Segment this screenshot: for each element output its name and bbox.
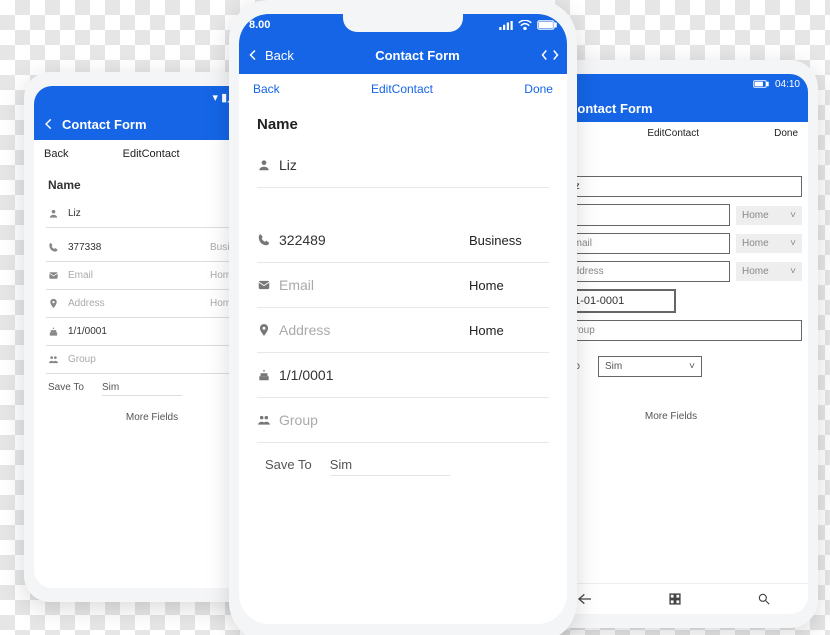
name-row[interactable]: Liz <box>257 143 549 188</box>
ios-device: 8.00 Back Contact Form Back EditContact … <box>229 0 577 635</box>
group-icon <box>257 413 271 427</box>
chevron-down-icon: ˅ <box>790 238 796 249</box>
back-button[interactable]: Back <box>44 148 68 160</box>
phone-type[interactable]: Business <box>469 233 549 248</box>
chevron-down-icon: ˅ <box>689 361 695 372</box>
person-icon <box>46 208 60 219</box>
chevron-down-icon: ˅ <box>790 210 796 221</box>
mail-icon <box>46 270 60 281</box>
group-row[interactable]: Group <box>540 320 802 341</box>
section-name: Name <box>48 178 256 192</box>
group-row[interactable]: Group <box>257 398 549 443</box>
edit-tab[interactable]: EditContact <box>371 82 433 96</box>
section-name: Name <box>542 153 800 168</box>
ios-screen: 8.00 Back Contact Form Back EditContact … <box>239 14 567 624</box>
page-title: Contact Form <box>300 48 535 63</box>
phone-row[interactable]: 377338 Business <box>46 234 258 262</box>
edit-tab[interactable]: EditContact <box>647 128 699 139</box>
address-type[interactable]: Home˅ <box>736 262 802 281</box>
name-row[interactable]: Liz <box>46 200 258 228</box>
pin-icon <box>257 323 271 337</box>
group-icon <box>46 354 60 365</box>
email-type[interactable]: Home˅ <box>736 234 802 253</box>
title-bar: Contact Form <box>540 94 808 122</box>
group-row[interactable]: Group <box>46 346 258 374</box>
address-field: Address <box>279 322 461 338</box>
email-row[interactable]: Email Home˅ <box>540 233 802 254</box>
email-row[interactable]: Email Home <box>46 262 258 290</box>
saveto-label: Save To <box>48 382 84 396</box>
time-label: 04:10 <box>775 79 800 90</box>
phone-type[interactable]: Home˅ <box>736 206 802 225</box>
birthday-row[interactable]: 1/1/0001 <box>257 353 549 398</box>
phone-field[interactable] <box>560 204 730 226</box>
pin-icon <box>46 298 60 309</box>
name-field[interactable]: Liz <box>560 176 802 197</box>
birthday-row[interactable]: 01-01-0001 <box>540 289 802 313</box>
group-field[interactable]: Group <box>560 320 802 341</box>
phone-field: 322489 <box>279 232 461 248</box>
cake-icon <box>46 326 60 337</box>
address-row[interactable]: Address Home˅ <box>540 261 802 282</box>
saveto-value[interactable]: Sim <box>330 457 450 476</box>
battery-icon <box>537 20 557 30</box>
saveto-dropdown[interactable]: Sim˅ <box>598 356 702 377</box>
edit-tab[interactable]: EditContact <box>123 148 180 160</box>
nav-back-icon[interactable] <box>577 592 593 606</box>
back-arrow-icon[interactable] <box>42 117 56 131</box>
address-row[interactable]: Address Home <box>46 290 258 318</box>
birthday-row[interactable]: 1/1/0001 <box>46 318 258 346</box>
wifi-icon: ▾ <box>213 91 219 104</box>
email-field: Email <box>68 270 202 281</box>
phone-row[interactable]: 322489 Business <box>257 218 549 263</box>
address-row[interactable]: Address Home <box>257 308 549 353</box>
time-label: 8.00 <box>249 19 270 31</box>
done-button[interactable]: Done <box>524 82 553 96</box>
code-icon[interactable] <box>541 49 559 61</box>
more-fields-button[interactable]: More Fields <box>46 404 258 431</box>
back-chevron-icon[interactable] <box>247 47 259 63</box>
address-type[interactable]: Home <box>469 323 549 338</box>
back-button[interactable]: Back <box>253 82 280 96</box>
address-field[interactable]: Address <box>560 261 730 282</box>
email-field: Email <box>279 277 461 293</box>
cake-icon <box>257 368 271 382</box>
signal-icon <box>499 21 513 30</box>
phone-icon <box>46 242 60 253</box>
email-type[interactable]: Home <box>469 278 549 293</box>
status-bar: ◢ ⦾ 04:10 <box>540 74 808 94</box>
phone-row[interactable]: Home˅ <box>540 204 802 226</box>
wifi-icon <box>518 20 532 30</box>
birthday-field[interactable]: 01-01-0001 <box>560 289 676 313</box>
title-bar: Back Contact Form <box>239 36 567 74</box>
person-icon <box>257 158 271 172</box>
address-field: Address <box>68 298 202 309</box>
done-button[interactable]: Done <box>774 128 798 139</box>
mail-icon <box>257 278 271 292</box>
uwp-screen: ◢ ⦾ 04:10 Contact Form Back EditContact … <box>540 74 808 614</box>
back-label[interactable]: Back <box>265 48 294 63</box>
uwp-navbar <box>540 583 808 614</box>
email-field[interactable]: Email <box>560 233 730 254</box>
more-fields-button[interactable]: More Fields <box>540 403 802 430</box>
birthday-field: 1/1/0001 <box>279 367 549 383</box>
page-title: Contact Form <box>568 101 800 116</box>
email-row[interactable]: Email Home <box>257 263 549 308</box>
nav-home-icon[interactable] <box>668 592 682 606</box>
group-field: Group <box>279 412 549 428</box>
phone-field: 377338 <box>68 242 202 253</box>
name-row[interactable]: Liz <box>540 176 802 197</box>
chevron-down-icon: ˅ <box>790 266 796 277</box>
notch <box>343 10 463 32</box>
saveto-label: Save To <box>265 457 312 476</box>
section-name: Name <box>257 116 549 133</box>
phone-icon <box>257 233 271 247</box>
saveto-value[interactable]: Sim <box>102 382 182 396</box>
name-field: Liz <box>279 157 549 173</box>
nav-search-icon[interactable] <box>757 592 771 606</box>
battery-icon <box>753 80 769 88</box>
